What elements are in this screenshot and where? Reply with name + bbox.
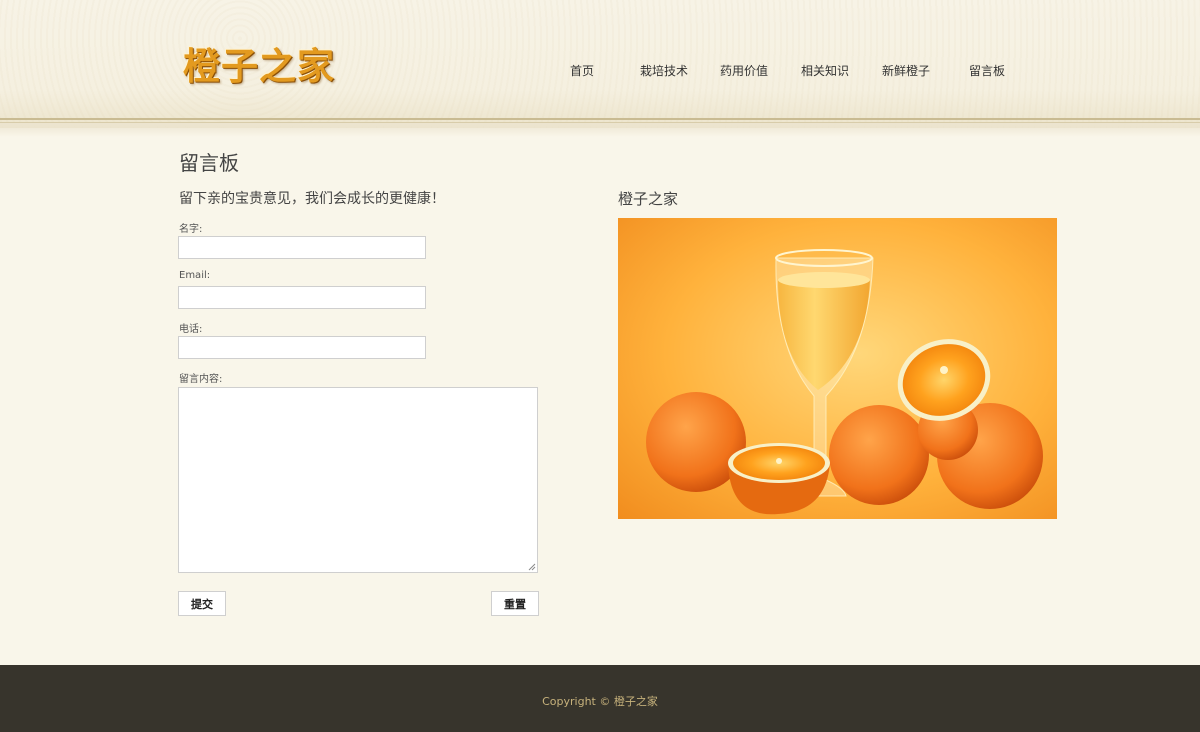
email-field[interactable] <box>178 286 426 309</box>
site-header: 橙子之家 首页 栽培技术 药用价值 相关知识 新鲜橙子 留言板 <box>0 0 1200 137</box>
email-label: Email: <box>179 270 211 281</box>
copyright-text: Copyright © 橙子之家 <box>542 695 658 708</box>
phone-label: 电话: <box>179 324 203 335</box>
message-textarea[interactable] <box>178 387 538 573</box>
name-field[interactable] <box>178 236 426 259</box>
form-subtitle: 留下亲的宝贵意见，我们会成长的更健康！ <box>179 191 445 207</box>
site-footer: Copyright © 橙子之家 <box>0 665 1200 732</box>
name-label: 名字: <box>179 224 203 235</box>
reset-button[interactable]: 重置 <box>491 591 539 616</box>
page-title: 留言板 <box>179 151 239 175</box>
nav-item-medicinal[interactable]: 药用价值 <box>720 62 768 80</box>
nav-item-knowledge[interactable]: 相关知识 <box>801 62 849 80</box>
nav-item-cultivation[interactable]: 栽培技术 <box>640 62 688 80</box>
orange-juice-photo <box>618 218 1057 519</box>
header-shadow <box>0 123 1200 137</box>
main-nav: 首页 栽培技术 药用价值 相关知识 新鲜橙子 留言板 <box>0 62 1200 82</box>
resize-grip-icon[interactable] <box>528 563 536 571</box>
message-label: 留言内容: <box>179 374 223 385</box>
nav-item-fresh-oranges[interactable]: 新鲜橙子 <box>882 62 930 80</box>
nav-item-guestbook[interactable]: 留言板 <box>969 62 1005 80</box>
nav-item-home[interactable]: 首页 <box>570 62 594 80</box>
submit-button[interactable]: 提交 <box>178 591 226 616</box>
phone-field[interactable] <box>178 336 426 359</box>
header-divider <box>0 118 1200 120</box>
side-title: 橙子之家 <box>618 190 679 208</box>
